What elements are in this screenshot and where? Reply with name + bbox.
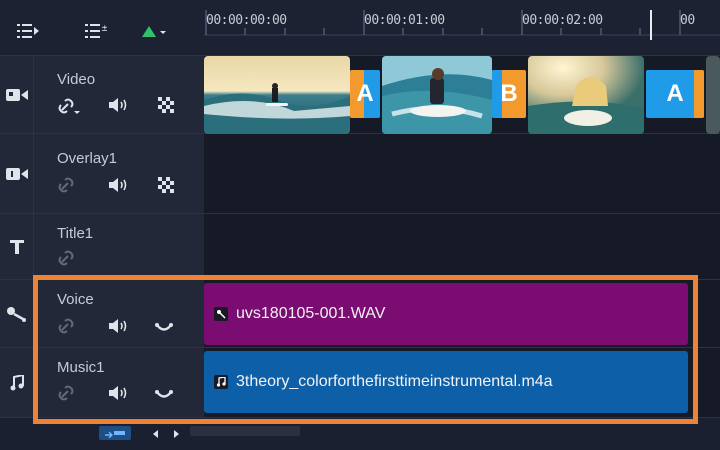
mute-toggle-overlay1[interactable] xyxy=(107,176,129,194)
link-icon xyxy=(58,250,74,266)
ruler-tick-label: 00:00:01:00 xyxy=(364,13,445,28)
fit-icon xyxy=(105,431,125,438)
svg-text:±: ± xyxy=(101,24,107,34)
ripple-edit-button[interactable] xyxy=(58,249,80,267)
video-clip-thumbnail[interactable] xyxy=(706,56,720,134)
title-track-icon xyxy=(0,214,34,279)
music-clip[interactable]: 3theory_colorforthefirsttimeinstrumental… xyxy=(204,351,688,413)
mute-toggle-voice[interactable] xyxy=(107,317,129,335)
overlay-track-icon xyxy=(0,134,34,213)
overlay1-lane[interactable] xyxy=(204,134,720,214)
ruler-tick-label: 00 xyxy=(680,13,695,28)
timeline-scrollbar[interactable] xyxy=(190,426,300,436)
transparency-toggle-overlay1[interactable] xyxy=(155,176,177,194)
music-clip-label: 3theory_colorforthefirsttimeinstrumental… xyxy=(236,373,553,390)
transition-marker[interactable]: A xyxy=(350,70,380,118)
audio-envelope-toggle-voice[interactable] xyxy=(153,318,175,336)
voice-clip-label: uvs180105-001.WAV xyxy=(236,305,386,322)
checkerboard-icon xyxy=(158,177,174,193)
mute-toggle-music1[interactable] xyxy=(107,384,129,402)
video-track-icon xyxy=(0,56,34,133)
transition-label: B xyxy=(500,80,518,107)
video-clip-thumbnail[interactable] xyxy=(528,56,644,134)
track-header-overlay1[interactable]: Overlay1 xyxy=(0,134,204,214)
mute-toggle-video[interactable] xyxy=(107,96,129,114)
audio-envelope-toggle-music1[interactable] xyxy=(153,385,175,403)
track-manager-button[interactable] xyxy=(14,20,42,42)
add-track-button[interactable] xyxy=(140,20,168,42)
playhead[interactable] xyxy=(650,10,652,40)
track-name-music1: Music1 xyxy=(57,359,105,376)
ruler-tick-label: 00:00:00:00 xyxy=(206,13,287,28)
track-name-voice: Voice xyxy=(57,291,94,308)
speaker-icon xyxy=(109,98,127,112)
track-manager-icon xyxy=(17,24,39,38)
speaker-icon xyxy=(109,319,127,333)
checkerboard-icon xyxy=(158,97,174,113)
link-icon xyxy=(58,98,80,114)
chapter-marker-icon: ± xyxy=(85,24,107,38)
voice-clip[interactable]: uvs180105-001.WAV xyxy=(204,283,688,345)
track-header-video[interactable]: Video xyxy=(0,56,204,134)
timeline-toolbar: ± xyxy=(0,0,204,56)
title1-lane[interactable] xyxy=(204,214,720,280)
waveform-icon xyxy=(155,323,173,331)
ruler-tick-label: 00:00:02:00 xyxy=(522,13,603,28)
video-clip-thumbnail[interactable] xyxy=(382,56,492,134)
music-track-icon xyxy=(0,348,34,417)
timeline-footer xyxy=(0,420,720,450)
ripple-edit-button[interactable] xyxy=(58,176,80,194)
ripple-edit-button[interactable] xyxy=(58,317,80,335)
scroll-left-button[interactable] xyxy=(151,426,161,438)
speaker-icon xyxy=(109,386,127,400)
chevron-left-icon xyxy=(153,430,158,438)
time-ruler[interactable]: 00:00:00:00 00:00:01:00 00:00:02:00 00 xyxy=(204,0,720,56)
waveform-icon xyxy=(155,390,173,398)
zoom-to-fit-button[interactable] xyxy=(99,426,131,440)
track-header-voice[interactable]: Voice xyxy=(0,280,204,348)
track-name-title1: Title1 xyxy=(57,225,94,242)
track-header-music1[interactable]: Music1 xyxy=(0,348,204,418)
transition-marker[interactable]: B xyxy=(492,70,526,118)
ripple-edit-button[interactable] xyxy=(58,97,80,115)
link-icon xyxy=(58,385,74,401)
chevron-right-icon xyxy=(174,430,179,438)
transition-label: A xyxy=(356,80,374,107)
track-header-title1[interactable]: Title1 xyxy=(0,214,204,280)
ripple-edit-button[interactable] xyxy=(58,384,80,402)
video-clip-thumbnail[interactable] xyxy=(204,56,350,134)
speaker-icon xyxy=(109,178,127,192)
ruler-ticks xyxy=(204,10,720,36)
voice-track-icon xyxy=(0,280,34,347)
track-name-overlay1: Overlay1 xyxy=(57,150,118,167)
music-note-icon xyxy=(214,375,228,389)
link-icon xyxy=(58,318,74,334)
transition-marker[interactable]: A xyxy=(646,70,704,118)
transition-label: A xyxy=(666,80,684,107)
chapter-marker-button[interactable]: ± xyxy=(82,20,110,42)
microphone-icon xyxy=(214,307,228,321)
scroll-right-button[interactable] xyxy=(173,426,183,438)
transparency-toggle-video[interactable] xyxy=(155,96,177,114)
add-track-icon xyxy=(142,26,166,37)
link-icon xyxy=(58,177,74,193)
track-name-video: Video xyxy=(57,71,96,88)
